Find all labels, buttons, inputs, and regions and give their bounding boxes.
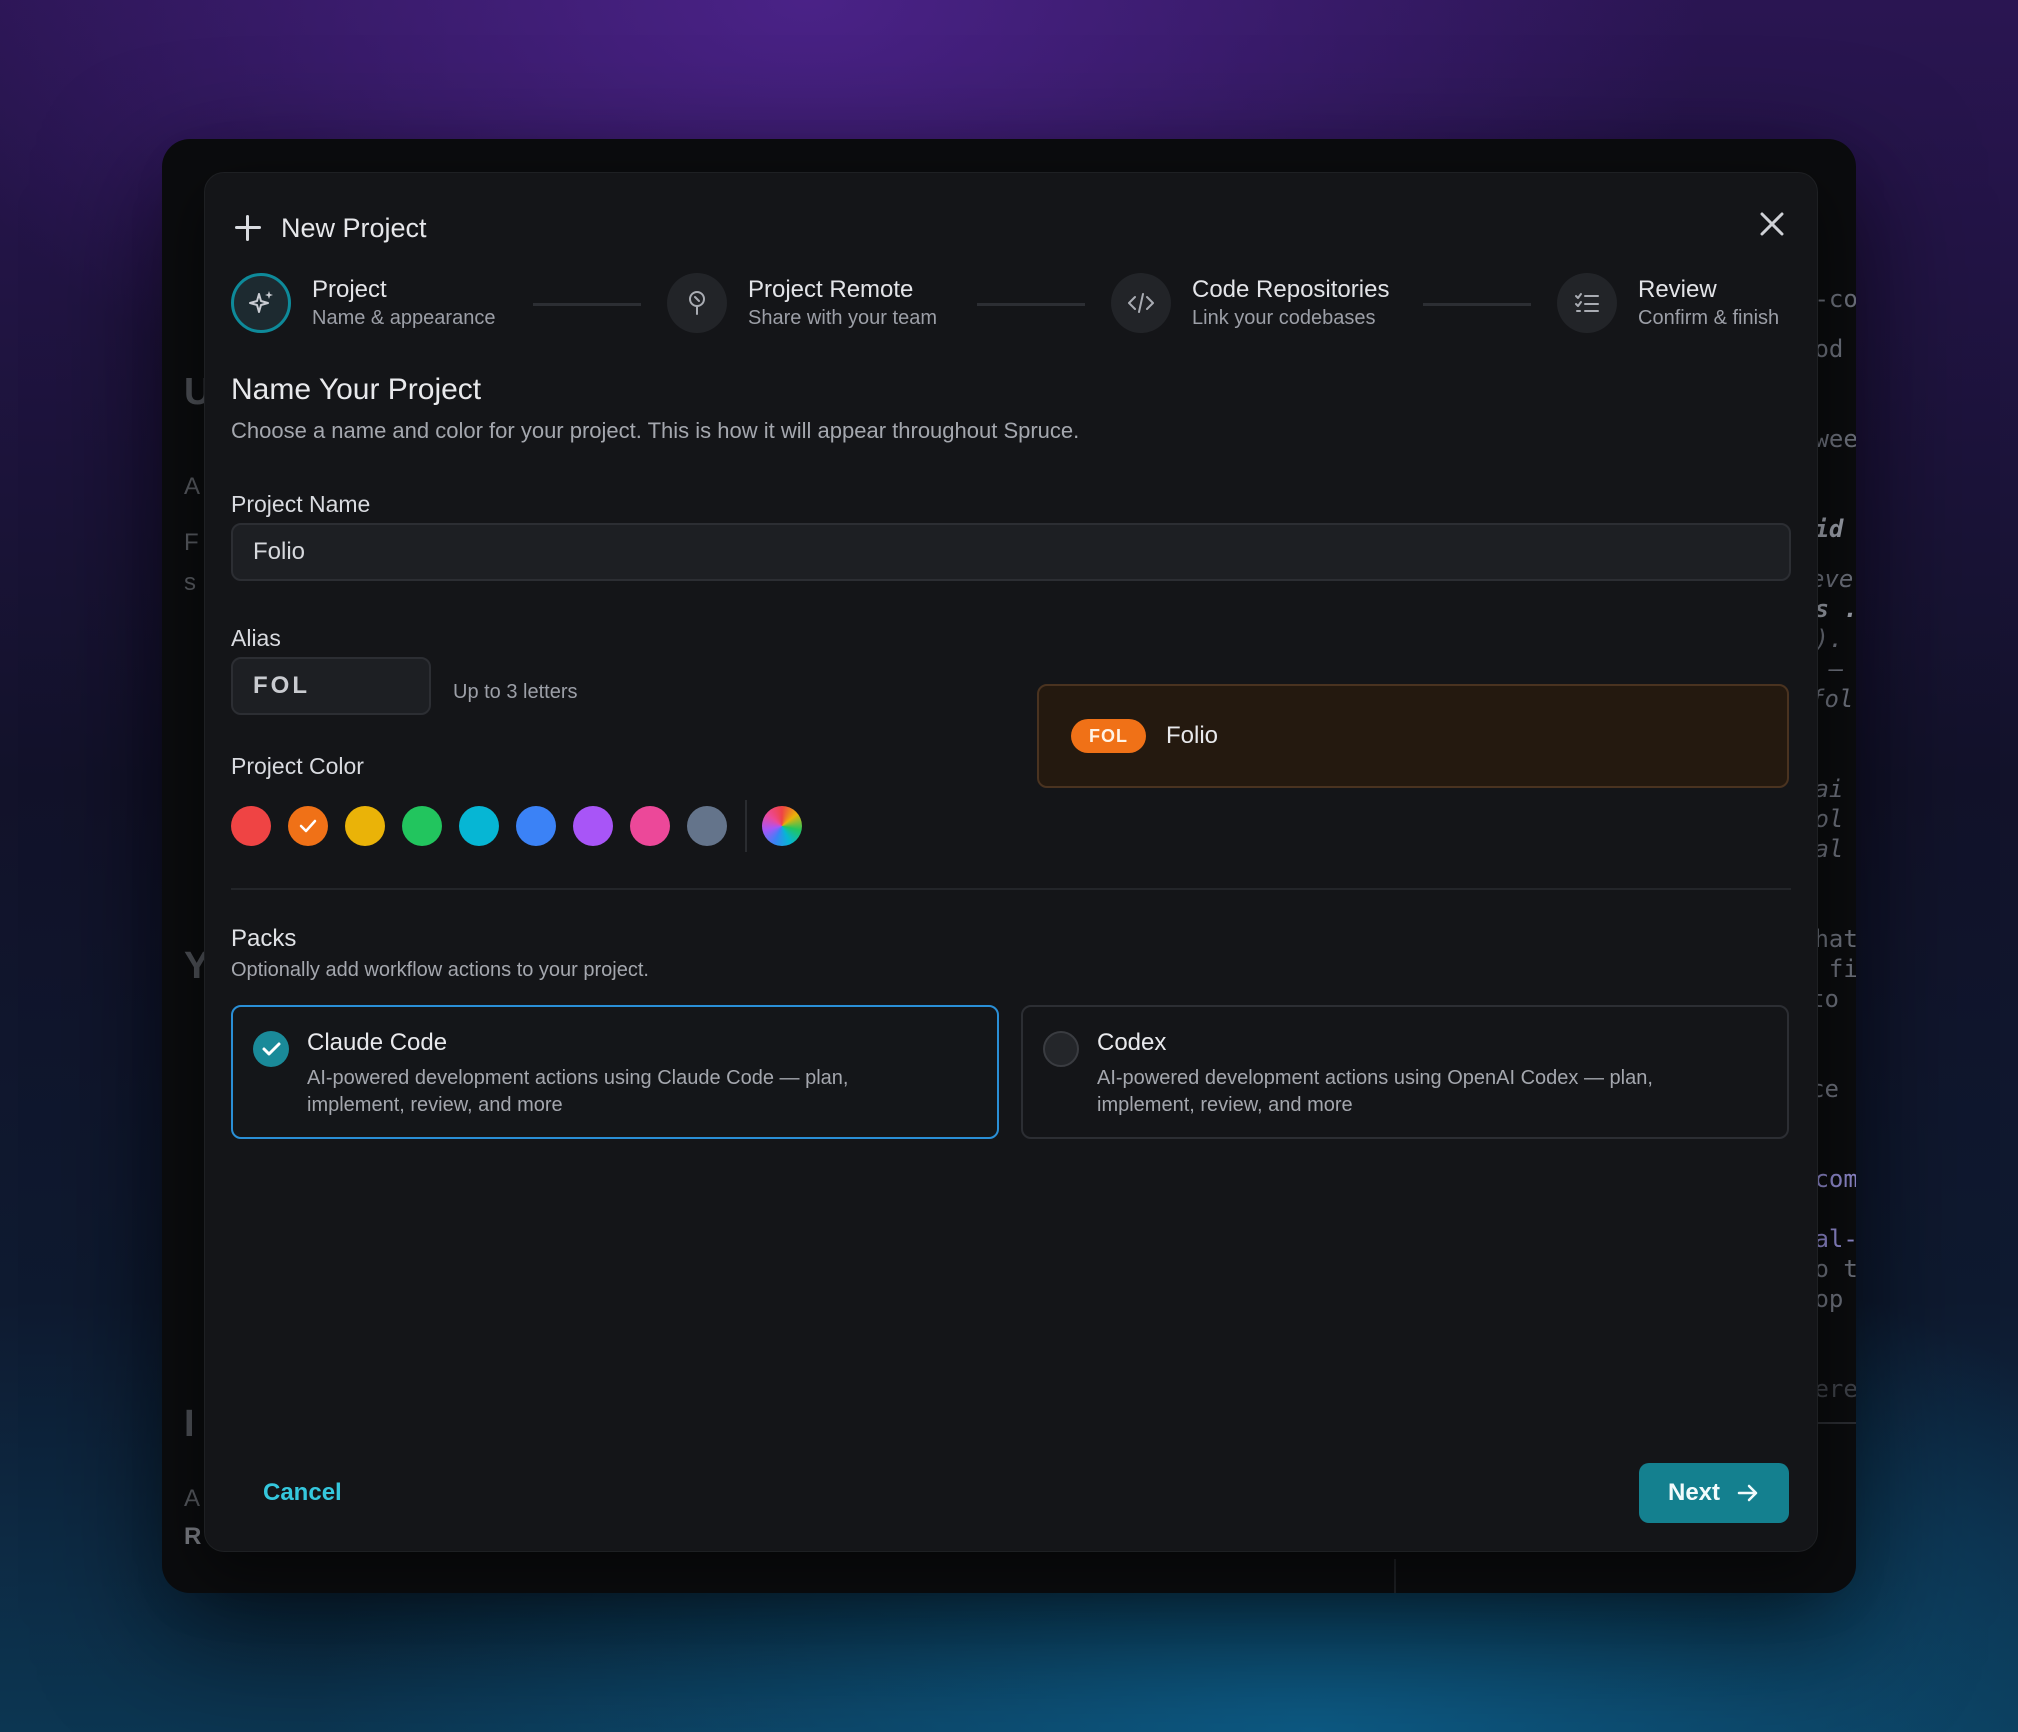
step-description: Link your codebases	[1192, 307, 1376, 329]
dialog-title: New Project	[281, 212, 427, 243]
close-button[interactable]	[1755, 207, 1789, 241]
bg-left-text: A	[184, 473, 201, 500]
step-circle	[1557, 273, 1617, 333]
preview-project-name: Folio	[1166, 722, 1219, 749]
alias-input[interactable]	[231, 657, 431, 715]
pin-icon	[689, 291, 705, 315]
color-swatch[interactable]	[516, 806, 556, 846]
step-label: Project	[312, 276, 387, 303]
pack-checkbox[interactable]	[253, 1031, 289, 1067]
divider	[231, 888, 1791, 890]
color-swatch[interactable]	[630, 806, 670, 846]
section-description: Choose a name and color for your project…	[231, 418, 1080, 443]
step-project-remote[interactable]: Project Remote Share with your team	[667, 273, 937, 333]
bg-divider	[1394, 1559, 1396, 1593]
color-swatch[interactable]	[402, 806, 442, 846]
packs-description: Optionally add workflow actions to your …	[231, 959, 649, 981]
close-icon	[1760, 212, 1784, 236]
packs-heading: Packs	[231, 925, 297, 952]
preview-alias-badge: FOL	[1071, 719, 1146, 753]
color-swatch[interactable]	[687, 806, 727, 846]
bg-left-text: I	[184, 1403, 195, 1445]
color-swatch[interactable]	[231, 806, 271, 846]
check-icon	[299, 819, 317, 833]
custom-color-picker[interactable]	[762, 806, 802, 846]
pack-card-codex[interactable]: Codex AI-powered development actions usi…	[1021, 1005, 1789, 1139]
pack-name: Codex	[1097, 1029, 1167, 1056]
arrow-right-icon	[1737, 1484, 1758, 1502]
section-heading: Name Your Project	[231, 373, 482, 406]
swatch-divider	[745, 800, 747, 852]
step-circle	[231, 273, 291, 333]
color-swatch[interactable]	[573, 806, 613, 846]
next-button-label: Next	[1667, 1479, 1721, 1506]
project-name-input[interactable]	[231, 523, 1791, 581]
project-color-label: Project Color	[231, 753, 364, 779]
dialog-header: New Project	[233, 203, 427, 253]
step-label: Project Remote	[748, 276, 914, 303]
project-preview-card: FOL Folio	[1037, 684, 1789, 788]
check-icon	[262, 1042, 281, 1056]
new-project-dialog: New Project Project Name & appearance Pr…	[204, 172, 1818, 1552]
pack-description: AI-powered development actions using Cla…	[307, 1067, 849, 1116]
plus-icon	[233, 213, 263, 243]
alias-hint: Up to 3 letters	[453, 681, 578, 703]
color-swatch[interactable]	[345, 806, 385, 846]
checklist-icon	[1575, 293, 1599, 312]
step-description: Share with your team	[748, 307, 937, 329]
color-swatch[interactable]	[288, 806, 328, 846]
step-label: Review	[1638, 276, 1717, 303]
pack-name: Claude Code	[307, 1029, 448, 1056]
step-circle	[667, 273, 727, 333]
next-button[interactable]: Next	[1639, 1463, 1789, 1523]
sparkles-icon	[249, 291, 273, 313]
cancel-button[interactable]: Cancel	[263, 1479, 342, 1507]
bg-left-text: A	[184, 1485, 201, 1512]
step-description: Confirm & finish	[1638, 307, 1780, 329]
step-description: Name & appearance	[312, 307, 496, 329]
bg-left-text: s	[184, 569, 196, 596]
project-name-label: Project Name	[231, 491, 371, 517]
step-code-repositories[interactable]: Code Repositories Link your codebases	[1111, 273, 1389, 333]
wizard-stepper: Project Name & appearance Project Remote…	[231, 273, 1793, 337]
pack-checkbox[interactable]	[1043, 1031, 1079, 1067]
step-review[interactable]: Review Confirm & finish	[1557, 273, 1779, 333]
pack-description: AI-powered development actions using Ope…	[1097, 1067, 1653, 1116]
bg-left-text: R	[184, 1523, 202, 1550]
step-connector	[1423, 303, 1531, 306]
step-label: Code Repositories	[1192, 276, 1390, 303]
step-connector	[533, 303, 641, 306]
code-icon	[1128, 293, 1154, 313]
step-connector	[977, 303, 1085, 306]
step-circle	[1111, 273, 1171, 333]
pack-card-claude-code[interactable]: Claude Code AI-powered development actio…	[231, 1005, 999, 1139]
color-swatch[interactable]	[459, 806, 499, 846]
bg-left-text: F	[184, 529, 199, 556]
alias-label: Alias	[231, 625, 281, 651]
step-project[interactable]: Project Name & appearance	[231, 273, 495, 333]
